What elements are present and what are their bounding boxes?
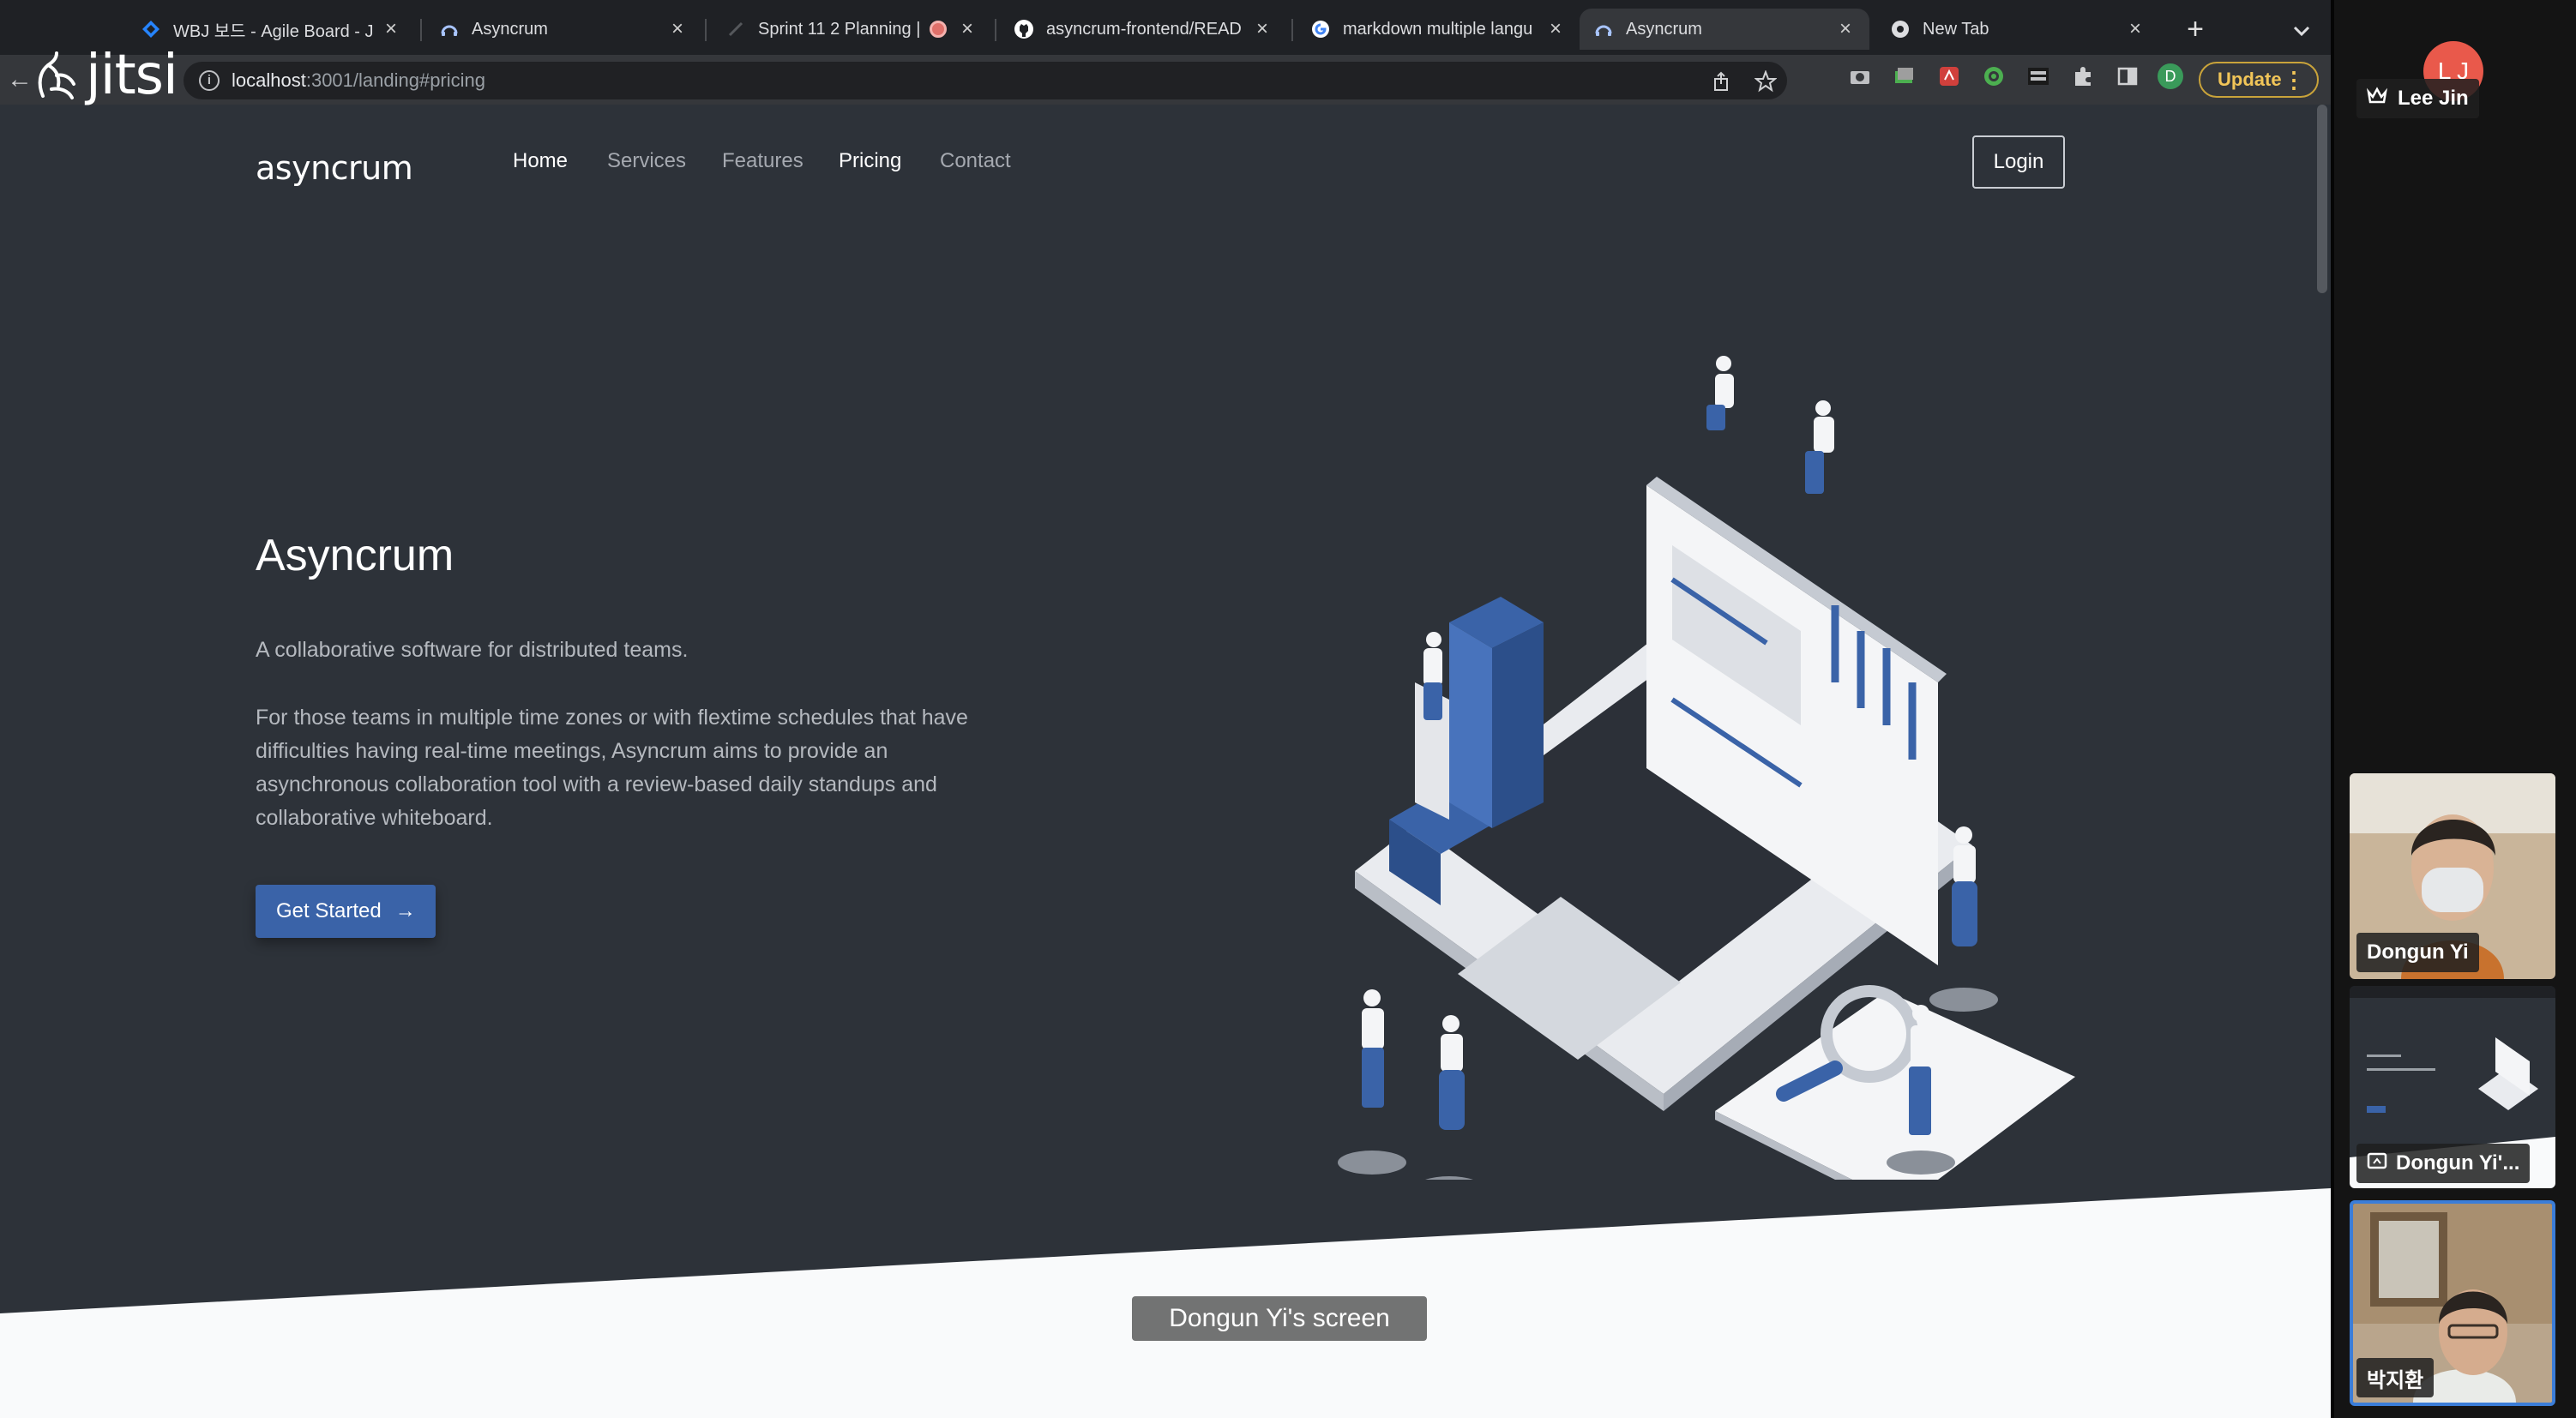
crown-icon [2367,86,2387,111]
chevron-down-icon[interactable] [2284,14,2319,48]
tab-title: markdown multiple langu [1343,19,1533,39]
chrome-icon [1890,19,1911,39]
side-panel-icon[interactable] [2115,63,2140,89]
tab-divider [420,19,422,41]
hero-description: For those teams in multiple time zones o… [256,706,968,830]
tab-github-readme[interactable]: asyncrum-frontend/READ × [1000,9,1286,50]
close-icon[interactable]: × [1250,17,1274,41]
close-icon[interactable]: × [665,17,689,41]
pdf-extension-icon[interactable] [1936,63,1962,89]
tab-google-search[interactable]: markdown multiple langu × [1297,9,1580,50]
tab-title: Asyncrum [1626,19,1702,39]
new-tab-button[interactable]: + [2178,12,2212,46]
tab-new-tab[interactable]: New Tab × [1876,9,2159,50]
asyncrum-landing-page: asyncrum Home Services Features Pricing … [0,105,2331,1418]
recording-icon [930,21,947,38]
close-icon[interactable]: × [1833,17,1857,41]
github-icon [1014,19,1034,39]
login-button[interactable]: Login [1972,135,2065,189]
url-path: :3001/landing#pricing [305,69,486,91]
get-started-button[interactable]: Get Started → [256,885,436,938]
close-icon[interactable]: × [1544,17,1568,41]
update-button[interactable]: Update ⋮ [2199,62,2319,98]
chart-extension-icon[interactable] [1892,63,1917,89]
participant-badge-local: Lee Jin [2356,79,2479,118]
tab-asyncrum[interactable]: Asyncrum × [425,9,701,50]
tab-title: Asyncrum [472,19,548,39]
nav-features[interactable]: Features [722,149,803,173]
tab-title: WBJ 보드 - Agile Board - J [173,21,374,41]
site-logo[interactable]: asyncrum [256,149,413,187]
filmstrip-divider [2331,0,2334,1418]
participant-name: Lee Jin [2398,87,2469,110]
participant-badge: Dongun Yi'... [2356,1144,2531,1183]
info-icon[interactable]: i [199,70,220,91]
asyncrum-icon [439,19,460,39]
participant-badge: Dongun Yi [2356,933,2479,972]
jitsi-filmstrip: L J Lee Jin Dongun Yi Dongun Yi'... 박지환 [2331,0,2576,1418]
back-arrow-icon[interactable]: ← [7,65,33,94]
participant-tile-screenshare[interactable]: Dongun Yi'... [2350,986,2555,1188]
jitsi-watermark: jitsi [34,44,178,107]
update-label: Update [2218,69,2282,90]
url-host: localhost [232,69,306,91]
page-scrollbar[interactable] [2317,105,2327,293]
target-extension-icon[interactable] [1981,63,2007,89]
close-icon[interactable]: × [379,17,403,41]
google-icon [1310,19,1331,39]
profile-avatar[interactable]: D [2158,63,2183,89]
hero-title: Asyncrum [256,531,454,580]
binary-extension-icon[interactable] [2025,63,2051,89]
tab-title: asyncrum-frontend/READ [1046,19,1242,39]
participant-tile-dongun[interactable]: Dongun Yi [2350,773,2555,979]
jitsi-logo-icon [38,51,75,99]
doc-icon [725,19,746,39]
camera-extension-icon[interactable] [1847,63,1873,89]
share-icon[interactable] [1710,70,1732,93]
browser-tab-strip: WBJ 보드 - Agile Board - J × Asyncrum × Sp… [0,0,2331,55]
tab-divider [995,19,996,41]
participant-badge: 박지환 [2356,1358,2435,1397]
address-bar[interactable]: i localhost:3001/landing#pricing [184,62,1787,99]
nav-services[interactable]: Services [607,149,686,173]
jira-diamond-icon [141,19,161,39]
get-started-label: Get Started [276,899,382,922]
close-icon[interactable]: × [2123,17,2147,41]
shared-screen: WBJ 보드 - Agile Board - J × Asyncrum × Sp… [0,0,2331,1418]
participant-tile-active-speaker[interactable]: 박지환 [2350,1200,2555,1406]
asyncrum-icon [1593,19,1614,39]
hero-laptop-illustration [1338,356,2075,1180]
tab-title: Sprint 11 2 Planning | [758,19,921,39]
nav-contact[interactable]: Contact [940,149,1011,173]
jitsi-brand: jitsi [86,44,178,107]
close-icon[interactable]: × [955,17,979,41]
kebab-menu-icon[interactable]: ⋮ [2283,67,2305,93]
screen-share-caption: Dongun Yi's screen [1132,1296,1427,1341]
tab-divider [1291,19,1293,41]
puzzle-extensions-icon[interactable] [2070,63,2096,89]
url-text: localhost:3001/landing#pricing [232,69,485,92]
nav-pricing[interactable]: Pricing [839,149,901,173]
participant-name: Dongun Yi'... [2396,1151,2520,1175]
tab-divider [705,19,707,41]
arrow-right-icon: → [394,899,416,922]
star-icon[interactable] [1754,69,1778,93]
tab-asyncrum-active[interactable]: Asyncrum × [1580,9,1869,50]
tab-sprint-planning[interactable]: Sprint 11 2 Planning | × [712,9,991,50]
nav-home[interactable]: Home [513,149,568,173]
tab-title: New Tab [1923,19,1989,39]
screen-share-icon [2367,1151,2387,1175]
hero-subtitle: A collaborative software for distributed… [256,638,689,662]
